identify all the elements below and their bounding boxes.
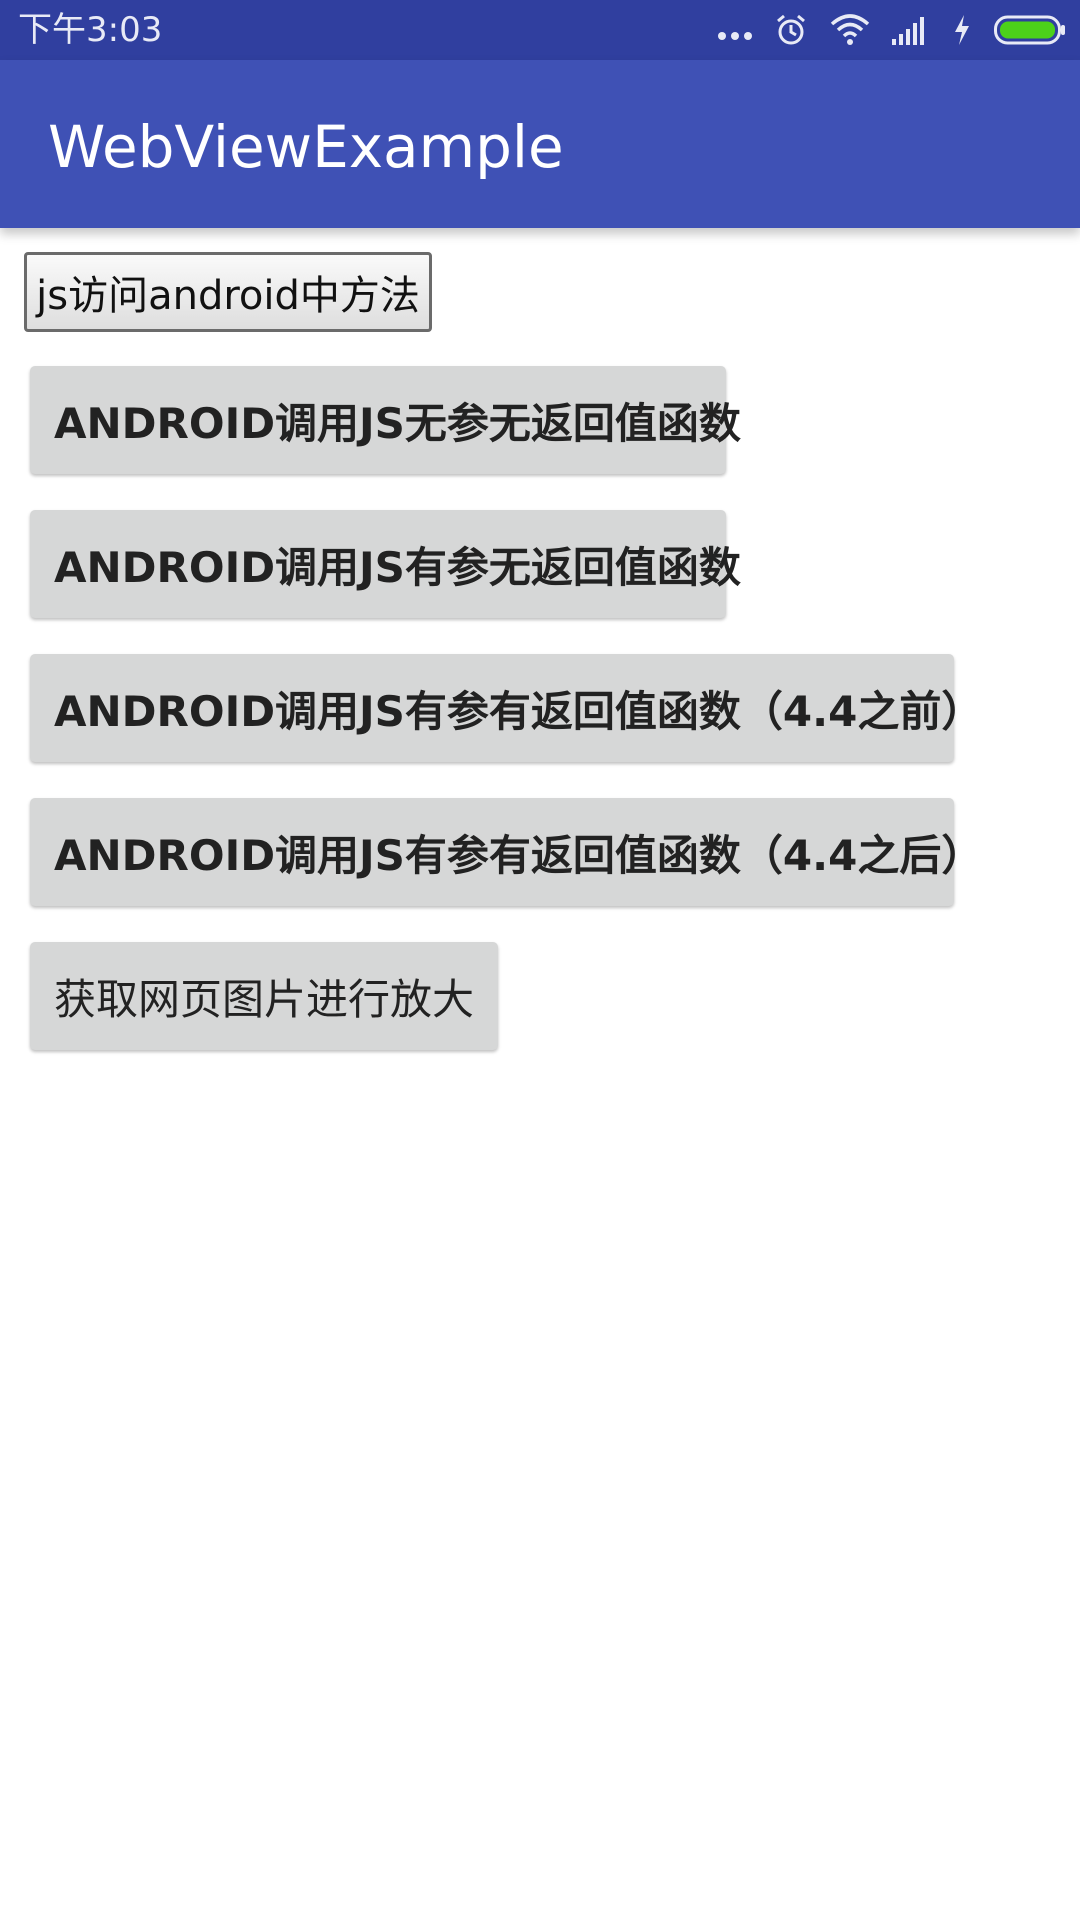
status-bar: 下午3:03 xyxy=(0,0,1080,60)
zoom-webpage-image-button[interactable]: 获取网页图片进行放大 xyxy=(30,942,498,1050)
app-title: WebViewExample xyxy=(48,113,564,181)
app-bar: WebViewExample xyxy=(0,60,1080,228)
more-dots-icon xyxy=(718,32,752,40)
signal-icon xyxy=(892,15,930,45)
battery-icon xyxy=(994,15,1066,45)
call-js-param-return-before-44-button[interactable]: ANDROID调用JS有参有返回值函数（4.4之前） xyxy=(30,654,983,762)
status-icons xyxy=(718,0,1066,60)
call-js-param-no-return-button[interactable]: ANDROID调用JS有参无返回值函数 xyxy=(30,510,741,618)
call-js-no-param-no-return-button[interactable]: ANDROID调用JS无参无返回值函数 xyxy=(30,366,741,474)
charging-icon xyxy=(952,14,972,46)
alarm-icon xyxy=(774,13,808,47)
call-js-param-return-after-44-button[interactable]: ANDROID调用JS有参有返回值函数（4.4之后） xyxy=(30,798,983,906)
js-call-android-button[interactable]: js访问android中方法 xyxy=(24,252,432,332)
status-time: 下午3:03 xyxy=(18,10,163,50)
wifi-icon xyxy=(830,14,870,46)
